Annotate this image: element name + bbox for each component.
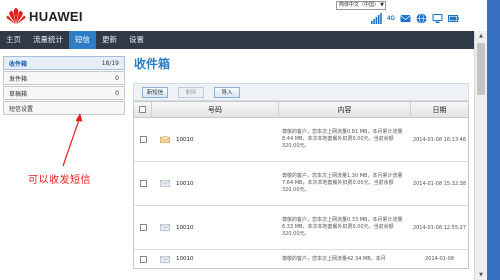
sidebar-item-count: 18/19	[101, 59, 119, 67]
sidebar-item-drafts[interactable]: 草稿箱 0	[3, 86, 125, 100]
sender-number: 10010	[176, 180, 194, 187]
monitor-icon[interactable]	[432, 13, 443, 24]
window-edge	[487, 0, 500, 280]
envelope-icon	[160, 255, 170, 263]
row-number-cell: 10010	[152, 255, 279, 263]
row-number-cell: 10010	[152, 180, 279, 187]
select-all-cell	[134, 101, 152, 118]
message-date: 2014-01-08 16:13:46	[412, 136, 467, 143]
open-envelope-icon	[160, 136, 170, 143]
chevron-down-icon: ▼	[380, 2, 384, 8]
message-date: 2014-01-08	[424, 256, 455, 262]
envelope-icon	[160, 224, 170, 231]
nav-item-traffic-stats[interactable]: 流量统计	[27, 31, 69, 49]
sidebar-item-count: 0	[115, 89, 119, 97]
sidebar-item-label: 短信设置	[9, 105, 34, 113]
sms-sidebar: 收件箱 18/19 发件箱 0 草稿箱 0 短信设置	[3, 56, 125, 116]
header: HUAWEI 简体中文（中国） ▼ 4G	[0, 0, 487, 31]
row-checkbox-cell	[134, 136, 152, 143]
nav-item-home[interactable]: 主页	[0, 31, 27, 49]
import-button[interactable]: 导入	[214, 87, 240, 98]
column-header-content[interactable]: 内容	[279, 101, 411, 118]
annotation-text: 可以收发短信	[28, 175, 91, 186]
sender-number: 10010	[176, 256, 194, 262]
message-content: 尊敬的客户，您本次上网流量1.30 MB，本月累计流量7.64 MB，本次本地套…	[282, 173, 403, 193]
table-header: 号码 内容 日期	[134, 101, 468, 118]
column-header-number[interactable]: 号码	[152, 101, 279, 118]
table-row[interactable]: 10010 尊敬的客户，您本次上网流量1.30 MB，本月累计流量7.64 MB…	[134, 162, 468, 206]
table-row[interactable]: 10010 尊敬的客户，您本次上网流量0.81 MB，本月累计流量8.44 MB…	[134, 118, 468, 162]
globe-icon[interactable]	[416, 13, 427, 24]
row-checkbox-cell	[134, 224, 152, 231]
huawei-logo: HUAWEI	[6, 7, 83, 25]
column-header-date[interactable]: 日期	[411, 102, 468, 118]
envelope-icon	[160, 180, 170, 187]
nav-item-update[interactable]: 更新	[96, 31, 123, 49]
message-date: 2014-01-08 12:55:27	[412, 224, 467, 231]
signal-bars-icon	[371, 13, 382, 24]
page-title: 收件箱	[134, 57, 171, 71]
status-icons: 4G	[371, 13, 459, 24]
row-checkbox[interactable]	[139, 136, 147, 143]
sender-number: 10010	[176, 136, 194, 143]
scrollbar-thumb[interactable]	[477, 43, 485, 95]
sidebar-item-inbox[interactable]: 收件箱 18/19	[3, 56, 125, 70]
delete-button[interactable]: 删除	[178, 87, 204, 98]
table-row[interactable]: 10010 尊敬的客户，您本次上网流量42.34 MB，本月 2014-01-0…	[134, 250, 468, 268]
message-content: 尊敬的客户，您本次上网流量0.33 MB，本月累计流量6.33 MB，本次本地套…	[282, 217, 403, 237]
select-all-checkbox[interactable]	[139, 106, 146, 113]
sms-toolbar: 新短信 删除 导入	[133, 83, 469, 101]
message-date: 2014-01-08 15:32:38	[412, 180, 467, 187]
row-checkbox[interactable]	[139, 224, 147, 231]
sidebar-item-label: 草稿箱	[9, 90, 28, 98]
row-checkbox[interactable]	[139, 255, 147, 263]
network-type-label: 4G	[387, 15, 396, 22]
sidebar-item-label: 发件箱	[9, 75, 28, 83]
sidebar-item-sms-settings[interactable]: 短信设置	[3, 101, 125, 115]
message-content: 尊敬的客户，您本次上网流量0.81 MB，本月累计流量8.44 MB，本次本地套…	[282, 129, 403, 149]
scroll-up-arrow-icon[interactable]: ▲	[475, 31, 487, 41]
brand-name: HUAWEI	[29, 8, 83, 24]
nav-item-settings[interactable]: 设置	[123, 31, 150, 49]
page-scrollbar[interactable]: ▲ ▼	[474, 31, 487, 280]
sms-table: 号码 内容 日期 10010 尊敬的客户，您本次上网流量0.81 MB，本月累计…	[133, 101, 469, 269]
sidebar-item-outbox[interactable]: 发件箱 0	[3, 71, 125, 85]
row-number-cell: 10010	[152, 224, 279, 231]
scroll-down-arrow-icon[interactable]: ▼	[475, 270, 487, 280]
row-checkbox-cell	[134, 180, 152, 187]
sms-envelope-icon[interactable]	[400, 13, 411, 24]
nav-item-sms[interactable]: 短信	[69, 31, 96, 49]
language-select[interactable]: 简体中文（中国） ▼	[336, 1, 386, 10]
sidebar-item-count: 0	[115, 74, 119, 82]
main-nav: 主页 流量统计 短信 更新 设置	[0, 31, 474, 49]
new-sms-button[interactable]: 新短信	[142, 87, 168, 98]
battery-icon	[448, 15, 459, 22]
row-number-cell: 10010	[152, 136, 279, 143]
table-row[interactable]: 10010 尊敬的客户，您本次上网流量0.33 MB，本月累计流量6.33 MB…	[134, 206, 468, 250]
row-checkbox-cell	[134, 255, 152, 263]
language-value: 简体中文（中国）	[339, 2, 380, 8]
sender-number: 10010	[176, 224, 194, 231]
message-content: 尊敬的客户，您本次上网流量42.34 MB，本月	[282, 255, 386, 262]
sidebar-item-label: 收件箱	[9, 60, 28, 68]
row-checkbox[interactable]	[139, 180, 147, 187]
huawei-logo-icon	[6, 8, 26, 24]
